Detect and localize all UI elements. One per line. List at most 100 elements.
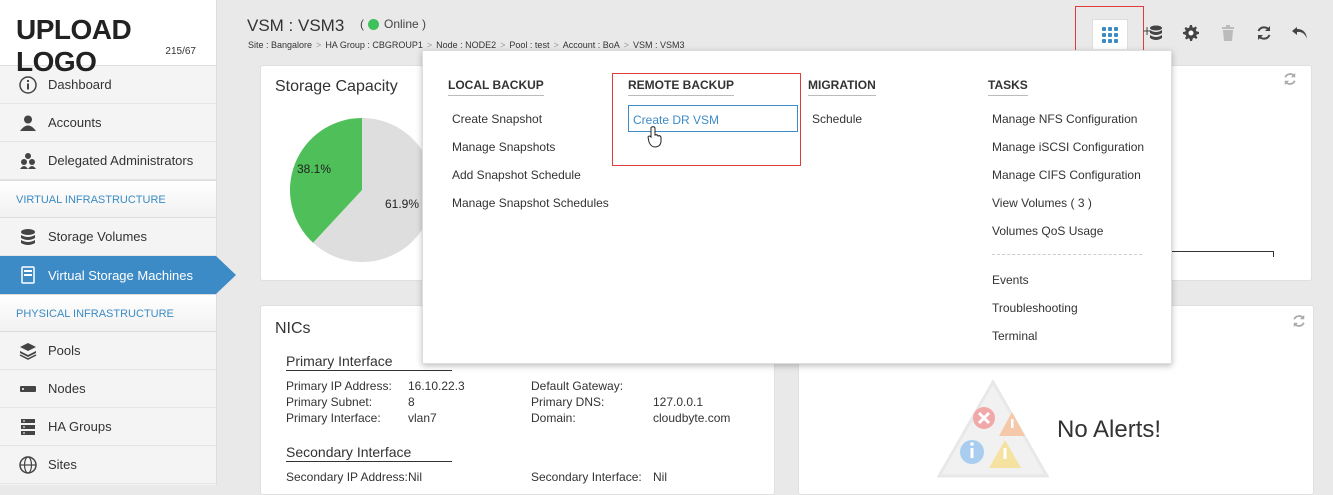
nic-value: 16.10.22.3 xyxy=(408,379,465,393)
sidebar-item-ha-groups[interactable]: HA Groups xyxy=(0,408,216,446)
user-icon xyxy=(18,113,38,133)
primary-interface-table: Primary IP Address: 16.10.22.3 Default Gat… xyxy=(286,379,766,427)
page-title: VSM : VSM3 xyxy=(247,16,345,35)
menu-item-add-snapshot-schedule[interactable]: Add Snapshot Schedule xyxy=(452,168,581,182)
nic-key: Primary IP Address: xyxy=(286,379,392,393)
sidebar-item-virtual-storage-machines[interactable]: Virtual Storage Machines xyxy=(0,256,236,294)
add-volume-button[interactable]: + xyxy=(1142,22,1164,44)
sidebar-item-label: Virtual Storage Machines xyxy=(48,267,194,283)
delete-button[interactable] xyxy=(1217,22,1239,44)
layers-icon xyxy=(18,341,38,361)
menu-item-terminal[interactable]: Terminal xyxy=(992,329,1037,343)
refresh-icon[interactable] xyxy=(1283,72,1297,89)
breadcrumb-account[interactable]: Account : BoA xyxy=(563,40,620,50)
sidebar-item-label: Dashboard xyxy=(48,77,112,92)
sidebar-item-nodes[interactable]: Nodes xyxy=(0,370,216,408)
breadcrumb-pool[interactable]: Pool : test xyxy=(509,40,549,50)
breadcrumb-separator: > xyxy=(426,40,433,50)
sidebar-item-label: Accounts xyxy=(48,115,102,130)
no-alerts-text: No Alerts! xyxy=(1057,416,1162,443)
nic-row: Primary Interface: vlan7 Domain: cloudbyte.… xyxy=(286,411,766,427)
sidebar-item-sites[interactable]: Sites xyxy=(0,446,216,484)
nic-value: 8 xyxy=(408,395,415,409)
menu-item-manage-iscsi-configuration[interactable]: Manage iSCSI Configuration xyxy=(992,140,1144,154)
sidebar-item-label: HA Groups xyxy=(48,419,112,434)
sidebar-item-storage-volumes[interactable]: Storage Volumes xyxy=(0,218,216,256)
undo-icon xyxy=(1292,27,1307,39)
refresh-icon[interactable] xyxy=(1292,314,1306,331)
menu-item-manage-snapshot-schedules[interactable]: Manage Snapshot Schedules xyxy=(452,196,609,210)
refresh-button[interactable] xyxy=(1253,22,1275,44)
menu-item-manage-snapshots[interactable]: Manage Snapshots xyxy=(452,140,555,154)
breadcrumb-node[interactable]: Node : NODE2 xyxy=(436,40,496,50)
highlight-box-remote-backup xyxy=(612,73,801,166)
menu-item-create-snapshot[interactable]: Create Snapshot xyxy=(452,112,542,126)
users-icon xyxy=(18,151,38,171)
menu-divider xyxy=(992,254,1142,255)
chart-fragment xyxy=(1171,251,1274,257)
breadcrumb-ha-group[interactable]: HA Group : CBGROUP1 xyxy=(325,40,423,50)
nic-row: Primary IP Address: 16.10.22.3 Default Gat… xyxy=(286,379,766,395)
status-badge: (Online ) xyxy=(360,17,427,31)
storage-pie-chart xyxy=(290,118,434,262)
pie-label-free: 61.9% xyxy=(385,197,420,211)
menu-heading-tasks: TASKS xyxy=(988,78,1028,96)
ha-groups-icon xyxy=(18,417,38,437)
sidebar-item-label: Sites xyxy=(48,457,77,472)
nic-row: Primary Subnet: 8 Primary DNS: 127.0.0.1 xyxy=(286,395,766,411)
status-text: Online xyxy=(384,17,419,31)
sidebar-item-label: Delegated Administrators xyxy=(48,153,194,168)
nic-value: vlan7 xyxy=(408,411,437,425)
menu-item-manage-cifs-configuration[interactable]: Manage CIFS Configuration xyxy=(992,168,1141,182)
breadcrumb-separator: > xyxy=(500,40,506,50)
breadcrumb-separator: > xyxy=(553,40,559,50)
version-label: 215/67 xyxy=(165,46,196,57)
nic-key: Primary Subnet: xyxy=(286,395,373,409)
sidebar-item-pools[interactable]: Pools xyxy=(0,332,216,370)
database-icon xyxy=(18,227,38,247)
sidebar-item-label: Storage Volumes xyxy=(48,229,148,244)
nic-row: Secondary IP Address: Nil Secondary Interf… xyxy=(286,470,766,484)
logo[interactable]: UPLOAD LOGO 215/67 xyxy=(0,0,216,77)
back-button[interactable] xyxy=(1289,22,1311,44)
nic-value: 127.0.0.1 xyxy=(653,395,704,409)
menu-item-volumes-qos-usage[interactable]: Volumes QoS Usage xyxy=(992,224,1103,238)
nic-value: cloudbyte.com xyxy=(653,411,731,425)
nic-key: Primary DNS: xyxy=(531,395,605,409)
sidebar-item-label: Pools xyxy=(48,343,81,358)
node-icon xyxy=(18,379,38,399)
nic-key: Secondary Interface: xyxy=(531,470,642,484)
globe-icon xyxy=(18,455,38,475)
pie-label-used: 38.1% xyxy=(297,162,332,176)
breadcrumb-site[interactable]: Site : Bangalore xyxy=(248,40,312,50)
online-status-icon xyxy=(368,18,379,30)
nic-key: Secondary IP Address: xyxy=(286,470,408,484)
nic-key: Primary Interface: xyxy=(286,411,381,425)
refresh-icon xyxy=(1257,26,1271,40)
secondary-interface-heading: Secondary Interface xyxy=(286,444,452,462)
section-physical-infrastructure: PHYSICAL INFRASTRUCTURE xyxy=(0,294,216,332)
menu-item-schedule[interactable]: Schedule xyxy=(812,112,862,126)
sidebar-item-delegated-administrators[interactable]: Delegated Administrators xyxy=(0,142,216,180)
section-virtual-infrastructure: VIRTUAL INFRASTRUCTURE xyxy=(0,180,216,218)
menu-item-manage-nfs-configuration[interactable]: Manage NFS Configuration xyxy=(992,112,1137,126)
trash-icon xyxy=(1222,25,1234,41)
alert-illustration-icon xyxy=(937,380,1049,478)
storage-capacity-title: Storage Capacity xyxy=(275,78,398,95)
actions-dropdown-menu: LOCAL BACKUP Create Snapshot Manage Snap… xyxy=(422,50,1172,364)
sidebar-item-label: Nodes xyxy=(48,381,86,396)
nic-key: Domain: xyxy=(531,411,576,425)
sidebar: UPLOAD LOGO 215/67 Dashboard Accounts De… xyxy=(0,0,236,485)
breadcrumb-separator: > xyxy=(623,40,630,50)
menu-item-view-volumes[interactable]: View Volumes ( 3 ) xyxy=(992,196,1092,210)
add-database-icon: + xyxy=(1142,24,1162,40)
menu-item-troubleshooting[interactable]: Troubleshooting xyxy=(992,301,1078,315)
settings-button[interactable] xyxy=(1180,22,1202,44)
sidebar-item-accounts[interactable]: Accounts xyxy=(0,104,216,142)
nic-value: Nil xyxy=(408,470,422,484)
menu-item-events[interactable]: Events xyxy=(992,273,1029,287)
nic-key: Default Gateway: xyxy=(531,379,624,393)
breadcrumb-separator: > xyxy=(316,40,322,50)
menu-heading-migration: MIGRATION xyxy=(808,78,876,96)
breadcrumb: Site : Bangalore > HA Group : CBGROUP1 > N… xyxy=(248,40,689,50)
